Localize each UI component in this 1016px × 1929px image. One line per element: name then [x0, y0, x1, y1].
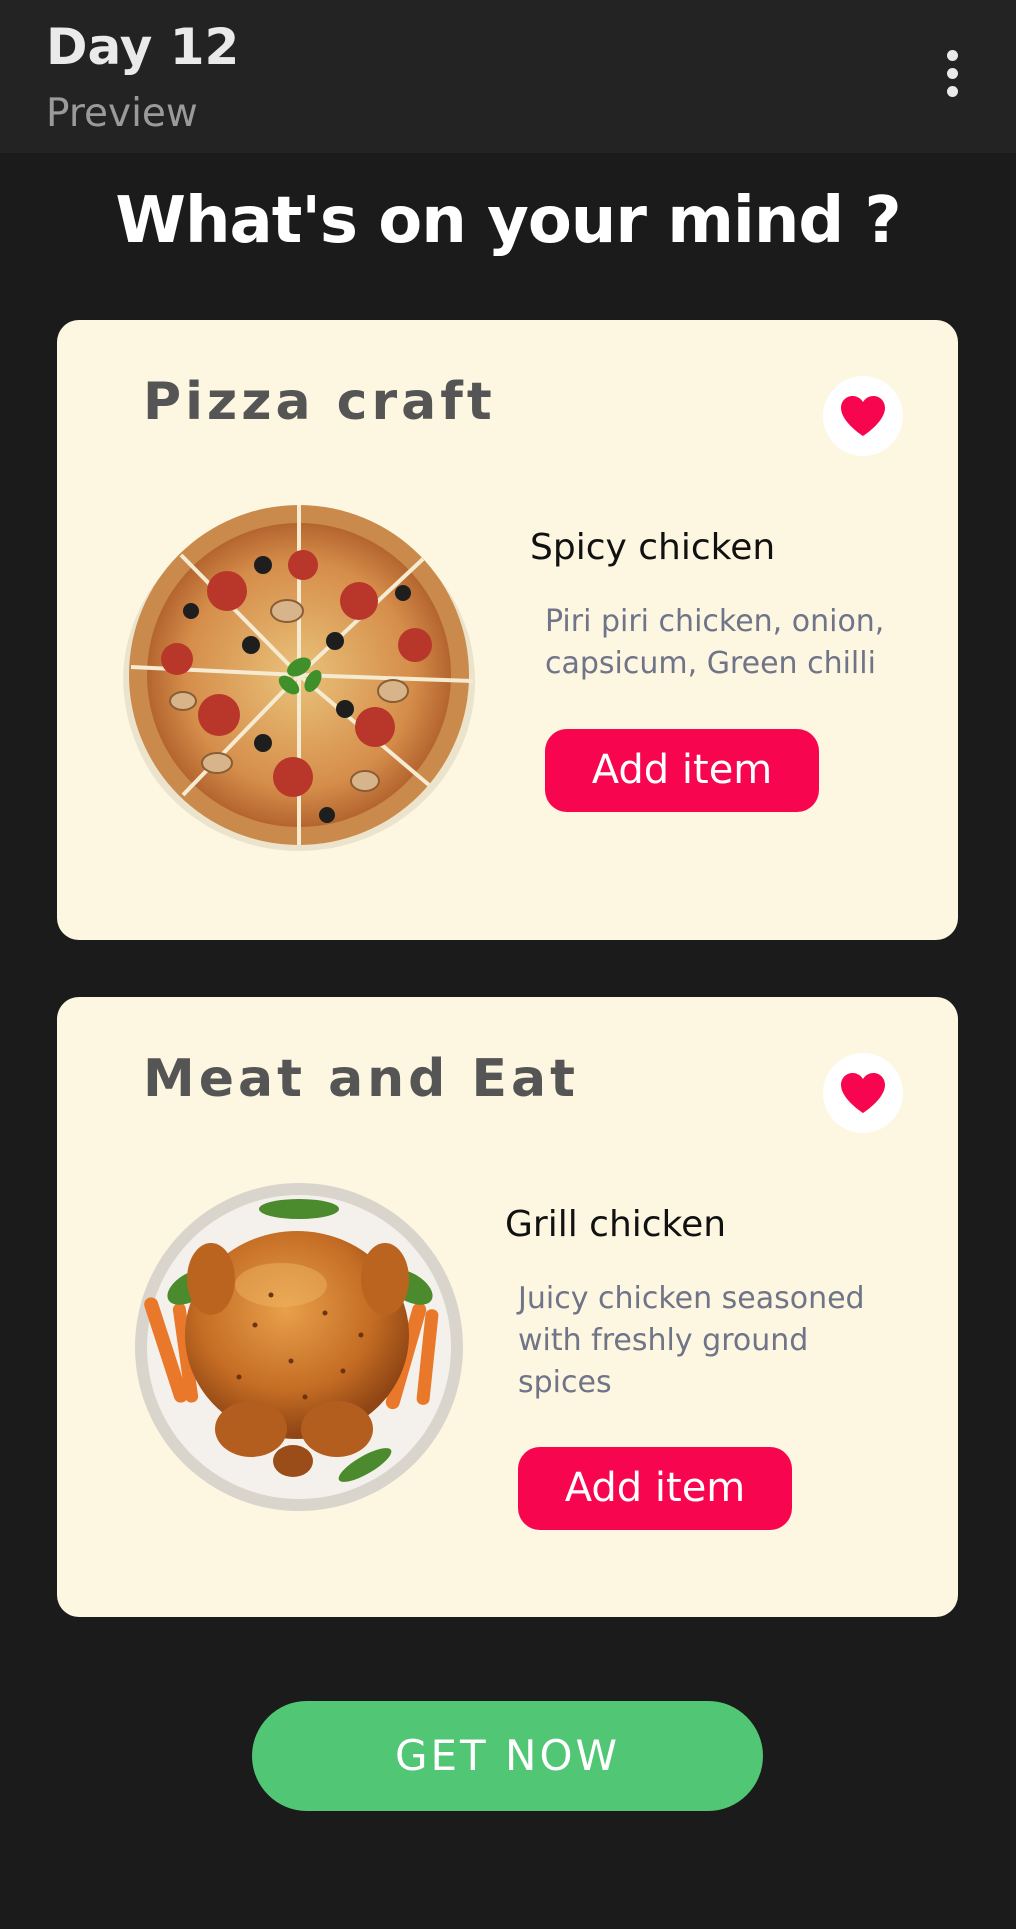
app-bar: Day 12 Preview — [0, 0, 1016, 153]
item-description: Piri piri chicken, onion, capsicum, Gree… — [545, 601, 884, 685]
item-description: Juicy chicken seasoned with freshly grou… — [518, 1278, 865, 1404]
card-title: Pizza craft — [143, 372, 496, 432]
app-bar-subtitle: Preview — [46, 91, 198, 136]
favorite-button[interactable] — [823, 376, 903, 456]
item-name: Grill chicken — [505, 1204, 727, 1245]
item-description-line: capsicum, Green chilli — [545, 646, 876, 681]
page-headline: What's on your mind ? — [115, 184, 901, 258]
get-now-button[interactable]: GET NOW — [252, 1701, 763, 1811]
add-item-button[interactable]: Add item — [518, 1447, 792, 1530]
item-name: Spicy chicken — [530, 527, 776, 568]
add-item-button[interactable]: Add item — [545, 729, 819, 812]
favorite-button[interactable] — [823, 1053, 903, 1133]
more-vertical-icon[interactable] — [928, 44, 976, 104]
app-bar-title: Day 12 — [46, 18, 240, 76]
heart-icon — [841, 1073, 885, 1113]
item-description-line: Piri piri chicken, onion, — [545, 604, 885, 639]
heart-icon — [841, 396, 885, 436]
item-description-line: Juicy chicken seasoned — [518, 1281, 865, 1316]
food-card-meat: Meat and Eat Grill chicken Juicy chicken… — [57, 997, 958, 1617]
item-description-line: spices — [518, 1365, 612, 1400]
food-card-pizza: Pizza craft Spicy chicken Piri piri chic… — [57, 320, 958, 940]
roast-chicken-image — [135, 1183, 463, 1511]
item-description-line: with freshly ground — [518, 1323, 809, 1358]
card-title: Meat and Eat — [143, 1049, 579, 1109]
pizza-image — [123, 505, 475, 851]
